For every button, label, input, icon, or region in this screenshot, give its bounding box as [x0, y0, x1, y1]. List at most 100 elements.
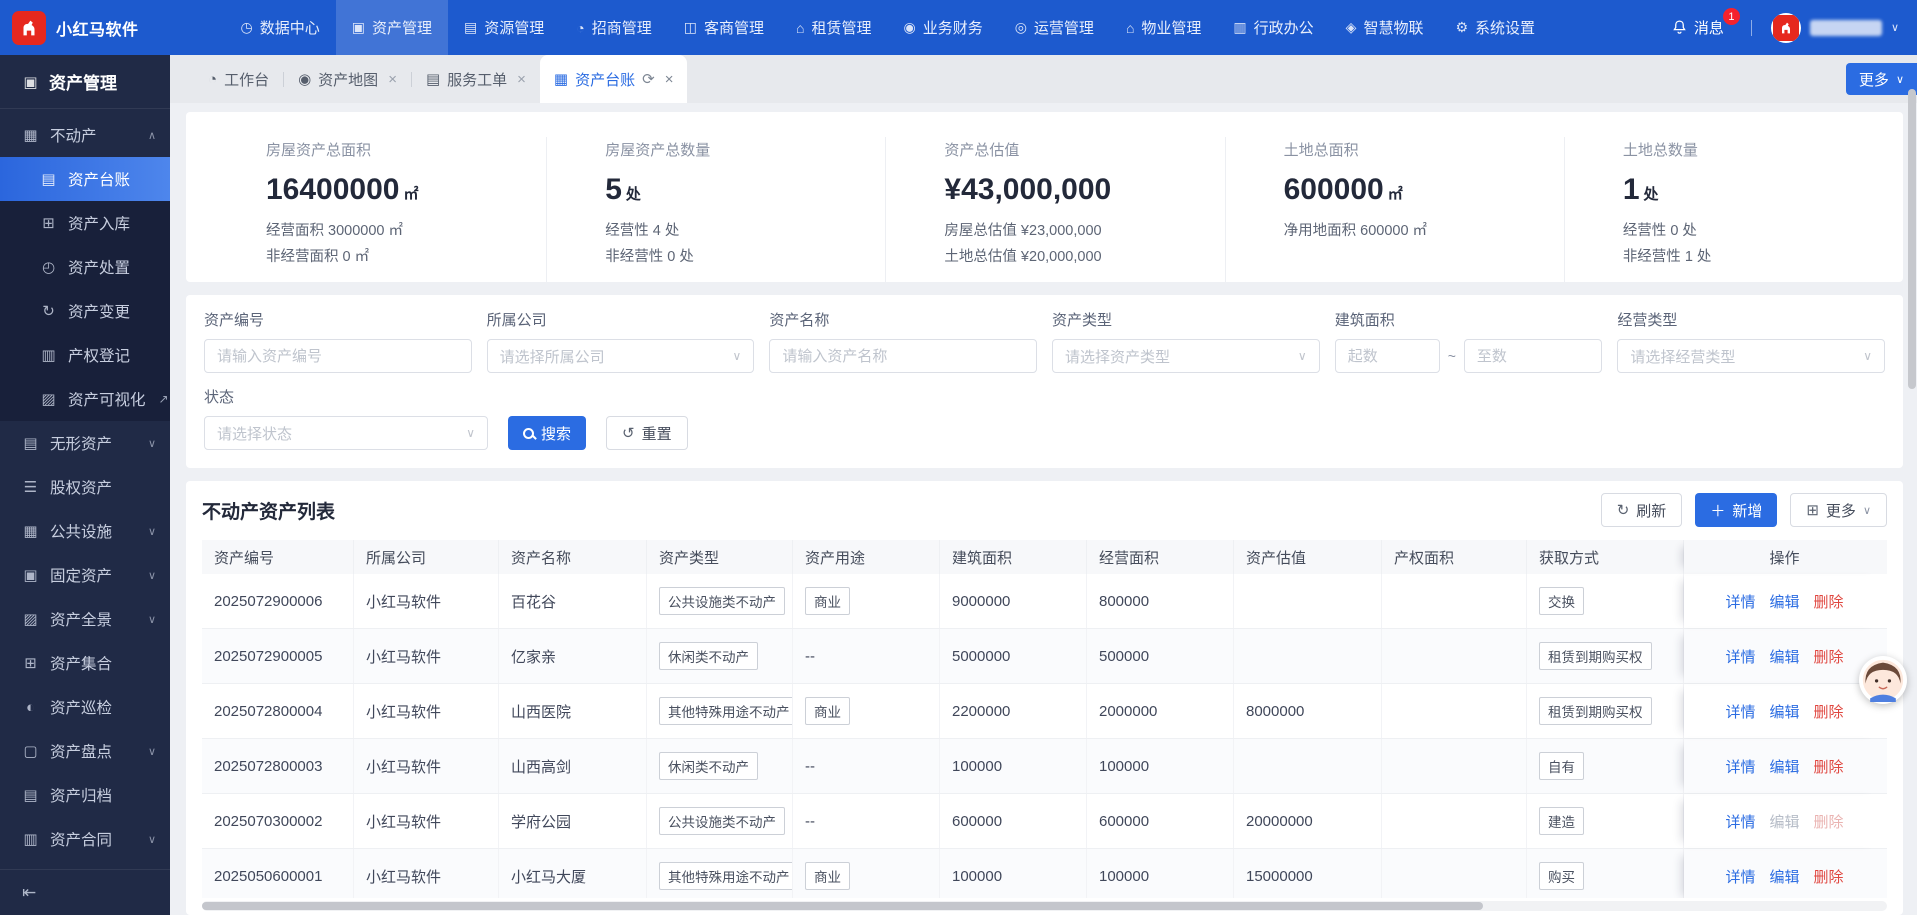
edit-link[interactable]: 编辑 [1769, 646, 1799, 667]
vertical-scrollbar[interactable] [1908, 57, 1916, 911]
stat-value-number: 5 [605, 173, 622, 206]
messages-button[interactable]: 消息 1 [1671, 17, 1724, 38]
nav-item-8[interactable]: ◎运营管理 [999, 0, 1110, 55]
nav-item-12[interactable]: ⚙系统设置 [1439, 0, 1551, 55]
filter-select[interactable]: 请选择所属公司∨ [487, 339, 755, 373]
user-avatar[interactable] [1771, 13, 1801, 43]
cell-build-area: 600000 [940, 794, 1087, 848]
nav-item-2[interactable]: ▣资产管理 [336, 0, 448, 55]
stat-card-3: 资产总估值¥43,000,000房屋总估值 ¥23,000,000土地总估值 ¥… [885, 137, 1224, 282]
sidebar-subitem-3[interactable]: ◴资产处置 [0, 245, 170, 289]
tab-refresh-icon[interactable]: ⟳ [642, 70, 655, 88]
sidebar-item-11[interactable]: ▥资产合同∨ [0, 817, 170, 861]
add-button[interactable]: ＋ 新增 [1695, 493, 1777, 527]
sidebar-item-2[interactable]: ▤无形资产∨ [0, 421, 170, 465]
filter-input[interactable] [769, 339, 1037, 373]
nav-item-10[interactable]: ▥行政办公 [1217, 0, 1329, 55]
range-from-input[interactable] [1335, 339, 1440, 373]
tab-close-icon[interactable]: × [665, 71, 674, 88]
dashboard-icon: ◔ [208, 71, 217, 88]
sidebar-item-5[interactable]: ▣固定资产∨ [0, 553, 170, 597]
delete-link[interactable]: 删除 [1814, 646, 1844, 667]
sidebar-item-7[interactable]: ⊞资产集合 [0, 641, 170, 685]
sidebar-item-4[interactable]: ▦公共设施∨ [0, 509, 170, 553]
tab-close-icon[interactable]: × [388, 71, 397, 88]
detail-link[interactable]: 详情 [1725, 756, 1755, 777]
filter-label: 建筑面积 [1335, 309, 1603, 330]
range-to-input[interactable] [1464, 339, 1602, 373]
detail-link[interactable]: 详情 [1725, 646, 1755, 667]
vertical-scrollbar-thumb[interactable] [1908, 89, 1916, 389]
detail-link[interactable]: 详情 [1725, 811, 1755, 832]
delete-link[interactable]: 删除 [1814, 866, 1844, 887]
status-select[interactable]: 请选择状态 ∨ [204, 416, 488, 450]
reset-button[interactable]: ↺ 重置 [606, 416, 688, 450]
acquire-method-tag: 交换 [1539, 587, 1584, 615]
nav-item-6[interactable]: ⌂租赁管理 [780, 0, 887, 55]
filter-input[interactable] [204, 339, 472, 373]
detail-link[interactable]: 详情 [1725, 866, 1755, 887]
sidebar-item-6[interactable]: ▨资产全景∨ [0, 597, 170, 641]
refresh-button[interactable]: ↻ 刷新 [1601, 493, 1683, 527]
tab-1[interactable]: ◔工作台 [194, 55, 283, 103]
stat-card-1: 房屋资产总面积16400000㎡经营面积 3000000 ㎡非经营面积 0 ㎡ [186, 137, 546, 282]
table-row: 2025072800003小红马软件山西高剑休闲类不动产--1000001000… [202, 739, 1887, 794]
cell-actions: 详情编辑删除 [1684, 794, 1885, 848]
sidebar-collapse-button[interactable]: ⇤ [0, 869, 170, 915]
sidebar-subitem-5[interactable]: ▥产权登记 [0, 333, 170, 377]
detail-link[interactable]: 详情 [1725, 591, 1755, 612]
delete-link[interactable]: 删除 [1814, 701, 1844, 722]
search-button[interactable]: 搜索 [508, 416, 586, 450]
customer-service-avatar[interactable] [1859, 656, 1907, 704]
nav-item-7[interactable]: ◉业务财务 [887, 0, 998, 55]
cell-asset-type: 其他特殊用途不动产 [647, 849, 793, 898]
sidebar-item-8[interactable]: ◐资产巡检 [0, 685, 170, 729]
filter-select[interactable]: 请选择资产类型∨ [1052, 339, 1320, 373]
edit-link[interactable]: 编辑 [1769, 701, 1799, 722]
sidebar-subitem-2[interactable]: ⊞资产入库 [0, 201, 170, 245]
stat-card-5: 土地总数量1处经营性 0 处非经营性 1 处 [1564, 137, 1903, 282]
usage-tag: 商业 [805, 862, 850, 890]
asset-type-tag: 其他特殊用途不动产 [659, 862, 793, 890]
sidebar-subitem-4[interactable]: ↻资产变更 [0, 289, 170, 333]
nav-item-3[interactable]: ▤资源管理 [448, 0, 560, 55]
nav-item-4[interactable]: ◔招商管理 [560, 0, 667, 55]
stat-card-subline: 经营面积 3000000 ㎡ [266, 218, 532, 244]
tab-3[interactable]: ▤服务工单× [412, 55, 540, 103]
nav-item-9[interactable]: ⌂物业管理 [1110, 0, 1217, 55]
detail-link[interactable]: 详情 [1725, 701, 1755, 722]
edit-link[interactable]: 编辑 [1769, 591, 1799, 612]
filter-range: ~ [1335, 339, 1603, 373]
horizontal-scrollbar-thumb[interactable] [202, 902, 1483, 910]
tabbar-more-button[interactable]: 更多 ∨ [1846, 63, 1917, 95]
edit-link[interactable]: 编辑 [1769, 756, 1799, 777]
sidebar-item-label: 固定资产 [50, 564, 112, 586]
edit-link[interactable]: 编辑 [1769, 866, 1799, 887]
nav-item-5[interactable]: ◫客商管理 [668, 0, 780, 55]
tab-close-icon[interactable]: × [517, 71, 526, 88]
tab-4[interactable]: ▦资产台账⟳× [540, 55, 688, 103]
chevron-down-icon: ∨ [1298, 349, 1307, 363]
delete-link[interactable]: 删除 [1814, 591, 1844, 612]
equity-assets-icon: ☰ [22, 478, 39, 496]
asset-inventory-icon: ▢ [22, 742, 39, 760]
sidebar-item-3[interactable]: ☰股权资产 [0, 465, 170, 509]
sidebar-item-10[interactable]: ▤资产归档 [0, 773, 170, 817]
delete-link[interactable]: 删除 [1814, 756, 1844, 777]
asset-type-tag: 公共设施类不动产 [659, 587, 785, 615]
asset-disposal-icon: ◴ [40, 258, 57, 276]
sidebar-subitem-6[interactable]: ▨资产可视化↗ [0, 377, 170, 421]
asset-type-tag: 休闲类不动产 [659, 642, 758, 670]
horizontal-scrollbar[interactable] [202, 901, 1887, 911]
filter-select[interactable]: 请选择经营类型∨ [1617, 339, 1885, 373]
nav-item-11[interactable]: ◈智慧物联 [1330, 0, 1440, 55]
tab-2[interactable]: ◉资产地图× [284, 55, 411, 103]
nav-item-1[interactable]: ◷数据中心 [225, 0, 336, 55]
horse-logo-icon [18, 17, 40, 39]
username-blurred[interactable] [1810, 20, 1882, 36]
sidebar-item-9[interactable]: ▢资产盘点∨ [0, 729, 170, 773]
sidebar-item-1[interactable]: ▦不动产∧ [0, 113, 170, 157]
user-menu-caret-icon[interactable]: ∨ [1891, 21, 1899, 34]
sidebar-subitem-1[interactable]: ▤资产台账 [0, 157, 170, 201]
list-more-button[interactable]: ⊞ 更多 ∨ [1790, 493, 1887, 527]
